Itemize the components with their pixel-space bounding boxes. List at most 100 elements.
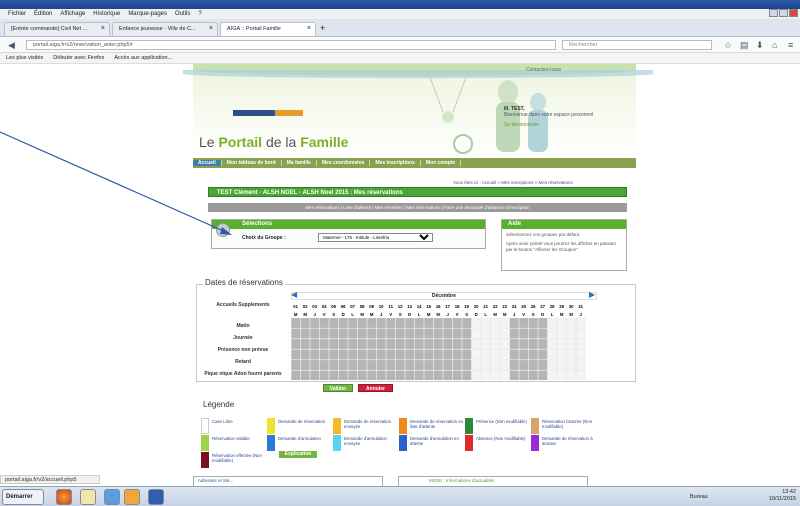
grid-cell[interactable] <box>500 317 510 329</box>
grid-cell[interactable] <box>376 317 386 329</box>
grid-cell[interactable] <box>348 317 358 329</box>
reservations-subnav[interactable]: Mes réservations | Liste d'attente | Mes… <box>208 203 627 212</box>
start-button[interactable]: Démarrer <box>2 489 44 505</box>
grid-cell[interactable] <box>291 317 301 329</box>
grid-cell[interactable] <box>538 338 548 350</box>
grid-cell[interactable] <box>338 328 348 339</box>
grid-cell[interactable] <box>528 370 538 381</box>
grid-cell[interactable] <box>300 328 310 339</box>
grid-cell[interactable] <box>471 317 481 329</box>
grid-cell[interactable] <box>424 328 434 339</box>
grid-cell[interactable] <box>471 359 481 371</box>
grid-cell[interactable] <box>576 328 586 339</box>
grid-cell[interactable] <box>395 317 405 329</box>
grid-cell[interactable] <box>395 328 405 339</box>
grid-cell[interactable] <box>386 359 396 371</box>
grid-cell[interactable] <box>414 349 424 360</box>
grid-cell[interactable] <box>443 328 453 339</box>
annuler-button[interactable]: Annuler <box>358 384 393 392</box>
grid-cell[interactable] <box>433 359 443 371</box>
grid-cell[interactable] <box>338 370 348 381</box>
grid-cell[interactable] <box>557 328 567 339</box>
grid-cell[interactable] <box>329 328 339 339</box>
grid-cell[interactable] <box>576 349 586 360</box>
grid-cell[interactable] <box>462 359 472 371</box>
grid-cell[interactable] <box>566 328 576 339</box>
new-tab-button[interactable]: + <box>320 23 325 33</box>
grid-cell[interactable] <box>357 349 367 360</box>
grid-cell[interactable] <box>319 328 329 339</box>
grid-cell[interactable] <box>376 328 386 339</box>
grid-cell[interactable] <box>414 359 424 371</box>
grid-cell[interactable] <box>338 349 348 360</box>
grid-cell[interactable] <box>471 328 481 339</box>
nav-mes-coordonnees[interactable]: Mes coordonnées <box>317 160 371 166</box>
grid-cell[interactable] <box>547 328 557 339</box>
grid-cell[interactable] <box>547 317 557 329</box>
grid-cell[interactable] <box>329 349 339 360</box>
grid-cell[interactable] <box>452 370 462 381</box>
grid-cell[interactable] <box>424 317 434 329</box>
library-icon[interactable]: ▤ <box>740 40 749 51</box>
grid-cell[interactable] <box>405 349 415 360</box>
close-icon[interactable]: × <box>307 25 311 32</box>
grid-cell[interactable] <box>405 359 415 371</box>
grid-cell[interactable] <box>424 359 434 371</box>
grid-cell[interactable] <box>367 317 377 329</box>
grid-cell[interactable] <box>348 370 358 381</box>
grid-cell[interactable] <box>519 338 529 350</box>
grid-cell[interactable] <box>310 349 320 360</box>
grid-cell[interactable] <box>300 359 310 371</box>
grid-cell[interactable] <box>528 349 538 360</box>
grid-cell[interactable] <box>500 338 510 350</box>
grid-cell[interactable] <box>481 317 491 329</box>
grid-cell[interactable] <box>310 317 320 329</box>
grid-cell[interactable] <box>452 359 462 371</box>
grid-cell[interactable] <box>509 338 519 350</box>
grid-cell[interactable] <box>300 370 310 381</box>
grid-cell[interactable] <box>357 328 367 339</box>
grid-cell[interactable] <box>443 317 453 329</box>
grid-cell[interactable] <box>509 349 519 360</box>
close-window-button[interactable] <box>789 9 798 17</box>
grid-cell[interactable] <box>376 359 386 371</box>
grid-cell[interactable] <box>471 370 481 381</box>
grid-cell[interactable] <box>538 317 548 329</box>
grid-cell[interactable] <box>528 338 538 350</box>
grid-cell[interactable] <box>509 317 519 329</box>
logout-link[interactable]: Se déconnecter <box>504 122 614 128</box>
search-input[interactable]: Rechercher <box>562 40 712 50</box>
grid-cell[interactable] <box>348 338 358 350</box>
grid-cell[interactable] <box>300 338 310 350</box>
grid-cell[interactable] <box>386 370 396 381</box>
grid-cell[interactable] <box>357 359 367 371</box>
grid-cell[interactable] <box>462 317 472 329</box>
grid-cell[interactable] <box>300 349 310 360</box>
grid-cell[interactable] <box>367 338 377 350</box>
grid-cell[interactable] <box>557 338 567 350</box>
grid-cell[interactable] <box>291 359 301 371</box>
grid-cell[interactable] <box>519 359 529 371</box>
grid-cell[interactable] <box>576 317 586 329</box>
grid-cell[interactable] <box>433 349 443 360</box>
grid-cell[interactable] <box>490 338 500 350</box>
grid-cell[interactable] <box>319 359 329 371</box>
valider-button[interactable]: Valider <box>323 384 353 392</box>
grid-cell[interactable] <box>538 359 548 371</box>
grid-cell[interactable] <box>528 317 538 329</box>
grid-cell[interactable] <box>405 338 415 350</box>
grid-cell[interactable] <box>452 349 462 360</box>
bookmark-most-visited[interactable]: Les plus visités <box>6 55 43 61</box>
grid-cell[interactable] <box>338 359 348 371</box>
grid-cell[interactable] <box>452 338 462 350</box>
grid-cell[interactable] <box>405 370 415 381</box>
menu-marque-pages[interactable]: Marque-pages <box>128 11 167 17</box>
grid-cell[interactable] <box>395 338 405 350</box>
url-input[interactable]: portail.aiga.fr/v2/reservation_anier.php… <box>26 40 556 50</box>
grid-cell[interactable] <box>414 317 424 329</box>
grid-cell[interactable] <box>547 349 557 360</box>
next-month-arrow-icon[interactable]: ▶ <box>589 290 595 299</box>
grid-cell[interactable] <box>433 338 443 350</box>
tab-civil-net[interactable]: [Entrée commande] Civil Net ... × <box>4 22 110 36</box>
menu-historique[interactable]: Historique <box>93 11 120 17</box>
